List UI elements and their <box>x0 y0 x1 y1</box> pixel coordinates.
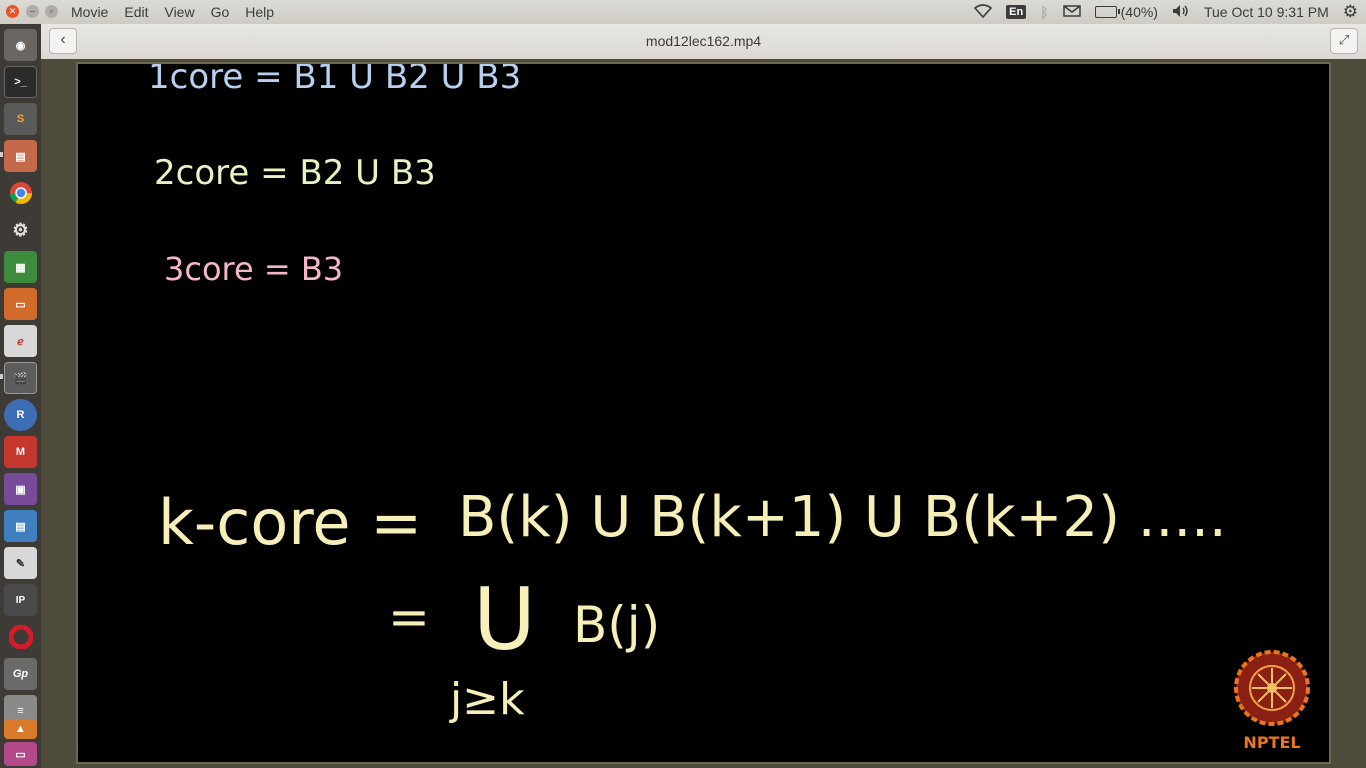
fullscreen-button[interactable]: ⤢ <box>1330 28 1358 54</box>
text-editor-icon[interactable]: ✎ <box>4 547 37 579</box>
battery-indicator[interactable]: (40%) <box>1094 4 1158 20</box>
sublime-text-icon[interactable]: S <box>4 103 37 135</box>
window-title: mod12lec162.mp4 <box>645 33 762 49</box>
terminal-icon[interactable]: >_ <box>4 66 37 98</box>
window-close-button[interactable]: ✕ <box>6 5 19 18</box>
settings-icon[interactable]: ⚙ <box>4 214 37 246</box>
menu-help[interactable]: Help <box>245 0 274 24</box>
chrome-icon[interactable] <box>4 177 37 209</box>
back-button[interactable]: ‹ <box>49 28 77 54</box>
ipython-icon[interactable]: IP <box>4 584 37 616</box>
launcher: ◉ >_ S ▤ ⚙ ▦ ▭ ℯ 🎬 R M ▣ ▤ ✎ IP Gp ≡ ▲ ▭ <box>0 24 41 768</box>
kcore-lhs: k-core = <box>158 486 422 559</box>
mail-icon[interactable] <box>1062 4 1081 20</box>
battery-icon <box>1094 6 1120 18</box>
gmail-icon[interactable]: M <box>4 436 37 468</box>
nptel-label: NPTEL <box>1243 733 1301 752</box>
line-3core: 3core = B3 <box>164 250 343 288</box>
chevron-left-icon: ‹ <box>60 31 66 48</box>
media-icon[interactable]: ▣ <box>4 473 37 505</box>
fullscreen-icon: ⤢ <box>1338 32 1350 47</box>
dash-home-icon[interactable]: ◉ <box>4 29 37 61</box>
union-subscript: j≥k <box>449 674 525 725</box>
nptel-emblem-icon <box>1234 650 1310 726</box>
board-drawing: 1core = B1 U B2 U B3 2core = B2 U B3 3co… <box>148 64 1227 725</box>
union-symbol: U <box>473 570 536 670</box>
line-1core: 1core = B1 U B2 U B3 <box>148 64 521 97</box>
r-language-icon[interactable]: R <box>4 399 37 431</box>
gimp-icon[interactable]: Gp <box>4 658 37 690</box>
bluetooth-icon[interactable]: ᛒ <box>1040 4 1048 20</box>
wifi-icon[interactable] <box>973 3 993 21</box>
kcore-rhs: B(k) U B(k+1) U B(k+2) ..... <box>458 485 1227 550</box>
running-indicator <box>0 374 3 379</box>
keyboard-layout-indicator[interactable]: En <box>1006 5 1027 19</box>
system-gear-icon[interactable]: ⚙ <box>1343 2 1358 22</box>
video-area[interactable]: 1core = B1 U B2 U B3 2core = B2 U B3 3co… <box>41 59 1366 768</box>
app-icon[interactable]: ▭ <box>4 742 37 766</box>
video-player-icon[interactable]: 🎬 <box>4 362 37 394</box>
menu-movie[interactable]: Movie <box>71 0 108 24</box>
clock[interactable]: Tue Oct 10 9:31 PM <box>1204 4 1329 20</box>
battery-percent: (40%) <box>1120 4 1158 20</box>
spreadsheet-icon[interactable]: ▦ <box>4 251 37 283</box>
files-icon[interactable]: ▤ <box>4 140 37 172</box>
menu-go[interactable]: Go <box>211 0 230 24</box>
line-2core: 2core = B2 U B3 <box>154 153 436 193</box>
menu-bar: Movie Edit View Go Help <box>71 0 274 24</box>
volume-icon[interactable] <box>1172 4 1190 21</box>
union-term: B(j) <box>573 596 660 654</box>
nptel-logo: NPTEL <box>1229 648 1315 752</box>
document-icon[interactable]: ▤ <box>4 510 37 542</box>
top-panel: ✕ – ▫ Movie Edit View Go Help En ᛒ (40%)… <box>0 0 1366 24</box>
union-equals: = <box>388 588 430 646</box>
opera-icon[interactable] <box>4 621 37 653</box>
running-indicator <box>0 152 3 157</box>
window-maximize-button[interactable]: ▫ <box>45 5 58 18</box>
menu-view[interactable]: View <box>164 0 194 24</box>
pdf-viewer-icon[interactable]: ℯ <box>4 325 37 357</box>
presentation-icon[interactable]: ▭ <box>4 288 37 320</box>
video-header-bar: mod12lec162.mp4 ‹ ⤢ <box>41 24 1366 60</box>
installer-icon[interactable]: ▲ <box>4 719 37 739</box>
blackboard: 1core = B1 U B2 U B3 2core = B2 U B3 3co… <box>76 62 1331 764</box>
menu-edit[interactable]: Edit <box>124 0 148 24</box>
indicator-area: En ᛒ (40%) Tue Oct 10 9:31 PM ⚙ <box>973 0 1358 24</box>
window-minimize-button[interactable]: – <box>26 5 39 18</box>
